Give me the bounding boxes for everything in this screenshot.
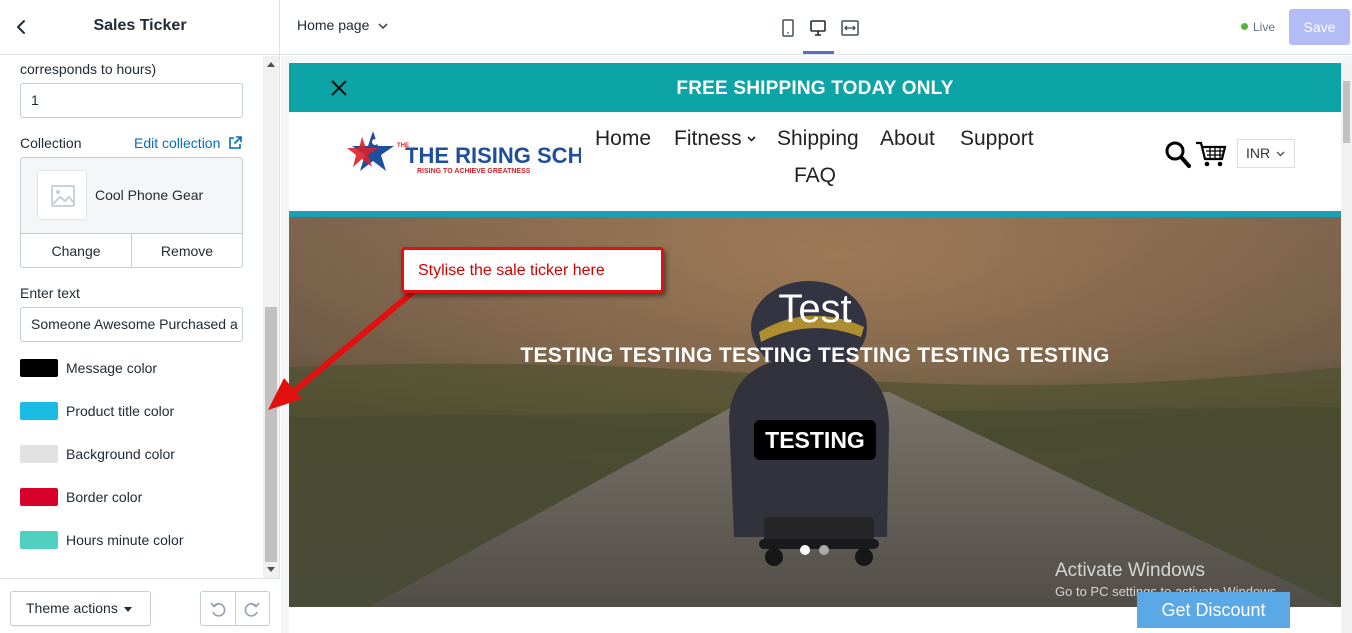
editor-topbar: Home page Live Save	[281, 0, 1352, 55]
chevron-down-icon	[1276, 151, 1285, 157]
undo-icon	[210, 601, 226, 617]
hero-title: Test	[778, 287, 852, 331]
scroll-up-arrow[interactable]	[267, 62, 275, 67]
collection-name: Cool Phone Gear	[95, 187, 204, 203]
hours-minute-color-picker[interactable]: Hours minute color	[20, 529, 184, 551]
collection-label: Collection	[20, 135, 82, 151]
store-logo[interactable]: THE THE RISING SCHOOL RISING TO ACHIEVE …	[345, 127, 581, 189]
redo-button[interactable]	[234, 592, 270, 625]
message-color-picker[interactable]: Message color	[20, 357, 157, 379]
desktop-icon	[810, 20, 826, 36]
store-header: THE THE RISING SCHOOL RISING TO ACHIEVE …	[289, 112, 1341, 212]
mobile-icon	[782, 19, 794, 37]
color-swatch[interactable]	[20, 359, 58, 377]
nav-faq[interactable]: FAQ	[794, 164, 836, 188]
nav-about[interactable]: About	[880, 127, 935, 151]
caret-down-icon	[124, 607, 132, 612]
annotation-callout: Stylise the sale ticker here	[401, 247, 664, 293]
sidebar-scrollbar[interactable]	[263, 56, 279, 578]
nav-fitness-label: Fitness	[674, 127, 742, 150]
sidebar-footer: Theme actions	[0, 578, 280, 633]
nav-home[interactable]: Home	[595, 127, 651, 151]
hero-subtitle: TESTING TESTING TESTING TESTING TESTING …	[520, 344, 1110, 367]
hero-cta-button[interactable]: TESTING	[754, 420, 876, 460]
desktop-view-button[interactable]	[803, 13, 833, 43]
theme-actions-button[interactable]: Theme actions	[10, 591, 151, 626]
enter-text-label: Enter text	[20, 285, 80, 301]
enter-text-input[interactable]: Someone Awesome Purchased a	[20, 307, 243, 342]
collection-card: Cool Phone Gear Change Remove	[20, 157, 243, 268]
slide-dot-2[interactable]	[819, 545, 829, 555]
color-swatch[interactable]	[20, 445, 58, 463]
currency-selector[interactable]: INR	[1237, 139, 1295, 168]
background-color-picker[interactable]: Background color	[20, 443, 175, 465]
storefront-preview: FREE SHIPPING TODAY ONLY THE THE RISING …	[289, 63, 1341, 633]
annotation-text: Stylise the sale ticker here	[418, 262, 605, 279]
change-collection-button[interactable]: Change	[21, 234, 131, 267]
collection-thumbnail	[37, 170, 87, 220]
nav-shipping[interactable]: Shipping	[777, 127, 859, 151]
color-label: Hours minute color	[66, 532, 184, 548]
get-discount-button[interactable]: Get Discount	[1137, 592, 1290, 628]
color-label: Message color	[66, 360, 158, 376]
border-color-picker[interactable]: Border color	[20, 486, 142, 508]
chevron-left-icon	[17, 20, 25, 34]
undo-button[interactable]	[201, 592, 235, 625]
watermark-line-1: Activate Windows	[1055, 560, 1205, 581]
section-title: Sales Ticker	[93, 17, 187, 34]
fullscreen-icon	[841, 20, 859, 36]
live-status-dot	[1241, 23, 1248, 30]
chevron-down-icon	[378, 23, 388, 30]
page-selector-label: Home page	[297, 17, 370, 33]
remove-collection-button[interactable]: Remove	[131, 234, 242, 267]
live-status-label: Live	[1253, 20, 1276, 34]
search-icon[interactable]	[1164, 140, 1192, 170]
collection-actions: Change Remove	[21, 233, 242, 267]
settings-scroll-area: corresponds to hours) 1 Collection Edit …	[0, 56, 262, 576]
logo-tagline: RISING TO ACHIEVE GREATNESS	[417, 168, 531, 175]
edit-collection-link[interactable]: Edit collection	[134, 135, 220, 151]
nav-support[interactable]: Support	[960, 127, 1034, 151]
hours-field-label: corresponds to hours)	[20, 61, 157, 77]
scroll-down-arrow[interactable]	[267, 567, 275, 572]
active-device-indicator	[803, 51, 834, 54]
slide-dot-1[interactable]	[800, 545, 810, 555]
external-link-icon[interactable]	[228, 136, 242, 150]
undo-redo-group	[200, 591, 270, 626]
chevron-down-icon	[747, 136, 756, 143]
cart-icon[interactable]	[1195, 140, 1227, 168]
color-swatch[interactable]	[20, 402, 58, 420]
hours-input[interactable]: 1	[20, 83, 243, 118]
color-swatch[interactable]	[20, 531, 58, 549]
logo-text: THE RISING SCHOOL	[405, 143, 581, 168]
preview-scrollbar[interactable]	[1341, 63, 1352, 633]
preview-scroll-thumb[interactable]	[1343, 81, 1350, 143]
sidebar-header: Sales Ticker	[0, 0, 280, 55]
announcement-text: FREE SHIPPING TODAY ONLY	[676, 78, 954, 99]
product-title-color-picker[interactable]: Product title color	[20, 400, 174, 422]
color-swatch[interactable]	[20, 488, 58, 506]
color-label: Border color	[66, 489, 143, 505]
redo-icon	[244, 601, 260, 617]
nav-fitness[interactable]: Fitness	[674, 127, 757, 151]
page-selector[interactable]: Home page	[297, 17, 389, 33]
announcement-bar: FREE SHIPPING TODAY ONLY	[289, 63, 1341, 112]
theme-editor-sidebar: Sales Ticker corresponds to hours) 1 Col…	[0, 0, 280, 633]
image-placeholder-icon	[51, 185, 75, 207]
color-label: Background color	[66, 446, 175, 462]
back-button[interactable]	[12, 16, 32, 38]
mobile-view-button[interactable]	[773, 13, 803, 43]
fullscreen-view-button[interactable]	[835, 13, 865, 43]
color-label: Product title color	[66, 403, 175, 419]
currency-label: INR	[1246, 145, 1271, 161]
scroll-thumb[interactable]	[265, 307, 277, 562]
theme-actions-label: Theme actions	[26, 600, 118, 616]
save-button[interactable]: Save	[1289, 9, 1350, 45]
